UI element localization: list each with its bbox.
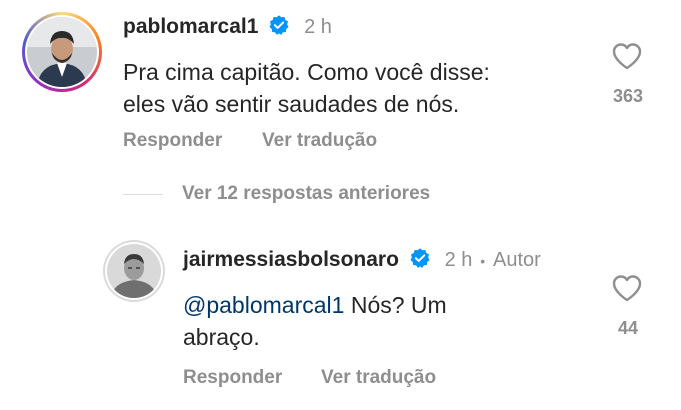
reply-button[interactable]: Responder [123, 130, 222, 151]
comment-text-line2: abraço. [183, 324, 260, 350]
profile-photo-jairmessiasbolsonaro [107, 244, 161, 298]
heart-outline-icon[interactable] [611, 41, 643, 71]
view-previous-replies-button[interactable]: Ver 12 respostas anteriores [182, 183, 430, 204]
meta-separator: • [480, 253, 486, 269]
username[interactable]: jairmessiasbolsonaro [183, 248, 399, 271]
see-translation-button[interactable]: Ver tradução [262, 130, 377, 151]
verified-badge-icon [410, 248, 430, 269]
see-translation-button[interactable]: Ver tradução [321, 367, 436, 388]
mention-link[interactable]: @pablomarcal1 [183, 292, 344, 318]
like-count: 363 [612, 86, 644, 106]
heart-outline-icon[interactable] [611, 273, 643, 303]
comment-text-line1: Pra cima capitão. Como você disse: [123, 59, 490, 85]
reply-button[interactable]: Responder [183, 367, 282, 388]
comment-time: 2 h [444, 249, 473, 271]
like-count: 44 [617, 318, 639, 338]
verified-badge-icon [269, 15, 289, 36]
comment-time: 2 h [304, 16, 332, 38]
avatar-jairmessiasbolsonaro[interactable] [103, 240, 165, 302]
username[interactable]: pablomarcal1 [123, 15, 258, 38]
author-label: Autor [493, 249, 541, 271]
comment-text-line1: Nós? Um [344, 292, 447, 318]
thread-divider [123, 194, 163, 195]
avatar-pablomarcal1[interactable] [22, 12, 102, 92]
comment-text-line2: eles vão sentir saudades de nós. [123, 91, 460, 117]
profile-photo-pablomarcal1 [27, 17, 97, 87]
